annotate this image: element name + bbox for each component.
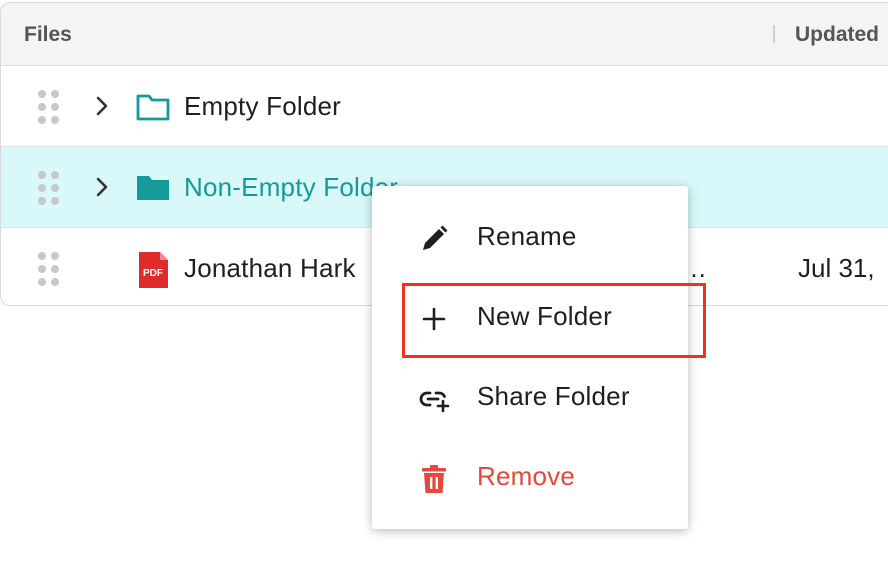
column-header-updated[interactable]: Updated (795, 23, 879, 47)
folder-outline-icon (136, 94, 170, 121)
menu-item-label: Rename (477, 221, 577, 251)
folder-filled-icon (137, 176, 169, 200)
drag-handle-icon[interactable] (38, 90, 60, 124)
file-name[interactable]: Empty Folder (184, 91, 341, 122)
menu-item-remove[interactable]: Remove (372, 439, 688, 519)
drag-handle-icon[interactable] (38, 252, 60, 286)
link-add-icon (419, 391, 450, 413)
file-name[interactable]: Non-Empty Folder (184, 172, 398, 203)
updated-date: Jul 31, (798, 253, 875, 283)
svg-text:PDF: PDF (143, 268, 163, 279)
menu-item-label: Share Folder (477, 381, 630, 411)
menu-item-share-folder[interactable]: Share Folder (372, 359, 688, 439)
drag-handle-icon[interactable] (38, 171, 60, 205)
chevron-right-icon[interactable] (93, 95, 111, 117)
pdf-file-icon: PDF (139, 252, 168, 288)
column-resize-handle[interactable] (773, 25, 775, 43)
trash-icon (422, 465, 446, 493)
menu-item-label: Remove (477, 461, 576, 491)
highlight-box (402, 283, 706, 358)
file-name[interactable]: Jonathan Hark (184, 253, 356, 284)
column-header-files[interactable]: Files (24, 23, 72, 47)
menu-item-rename[interactable]: Rename (372, 199, 688, 279)
pencil-icon (423, 225, 448, 250)
chevron-right-icon[interactable] (93, 176, 111, 198)
table-row[interactable]: Empty Folder (1, 66, 888, 147)
table-header: Files Updated (1, 3, 888, 66)
